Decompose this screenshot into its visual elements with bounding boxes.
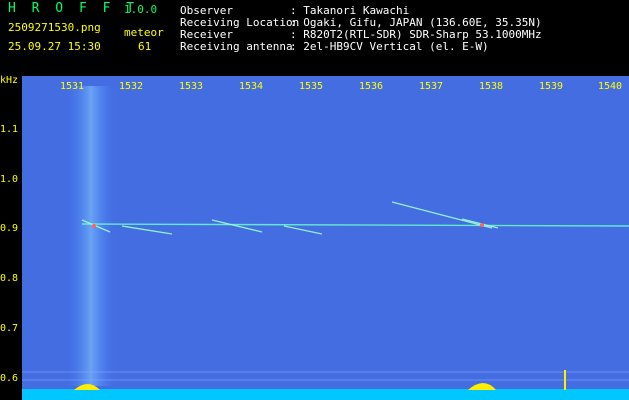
app-version: 1.0.0: [124, 3, 158, 16]
spectrogram-plot: 1531 1532 1533 1534 1535 1536 1537 1538 …: [22, 76, 629, 400]
echo-head-1: [92, 224, 96, 228]
header-panel: H R O F F T 1.0.0 2509271530.png meteor …: [0, 0, 629, 72]
y-axis-unit: kHz: [0, 75, 19, 86]
x-tick-1538: 1538: [479, 81, 503, 92]
x-tick-1534: 1534: [239, 81, 263, 92]
info-value-antenna: : 2el-HB9CV Vertical (el. E-W): [290, 40, 489, 53]
echo-head-2: [480, 223, 484, 227]
x-tick-1539: 1539: [539, 81, 563, 92]
meteor-count: 61: [138, 40, 152, 53]
y-axis: kHz 1.1 1.0 0.9 0.8 0.7 0.6: [0, 76, 22, 400]
signal-spike: [564, 370, 566, 390]
y-tick-5: 0.7: [0, 323, 19, 334]
date-time: 25.09.27 15:30: [8, 40, 101, 53]
y-tick-4: 0.8: [0, 273, 19, 284]
x-tick-1531: 1531: [60, 81, 84, 92]
file-name: 2509271530.png: [8, 21, 101, 34]
y-tick-6: 0.6: [0, 373, 19, 384]
x-tick-1540: 1540: [598, 81, 622, 92]
app-title: H R O F F T: [8, 1, 139, 16]
x-tick-1535: 1535: [299, 81, 323, 92]
x-tick-1533: 1533: [179, 81, 203, 92]
x-tick-1536: 1536: [359, 81, 383, 92]
info-label-antenna: Receiving antenna: [180, 40, 293, 53]
x-tick-1532: 1532: [119, 81, 143, 92]
signal-baseline: [22, 389, 629, 400]
y-tick-3: 0.9: [0, 223, 19, 234]
x-tick-1537: 1537: [419, 81, 443, 92]
meteor-label: meteor: [124, 26, 164, 39]
vertical-interference-band: [66, 86, 116, 386]
y-tick-1: 1.1: [0, 124, 19, 135]
y-tick-2: 1.0: [0, 174, 19, 185]
